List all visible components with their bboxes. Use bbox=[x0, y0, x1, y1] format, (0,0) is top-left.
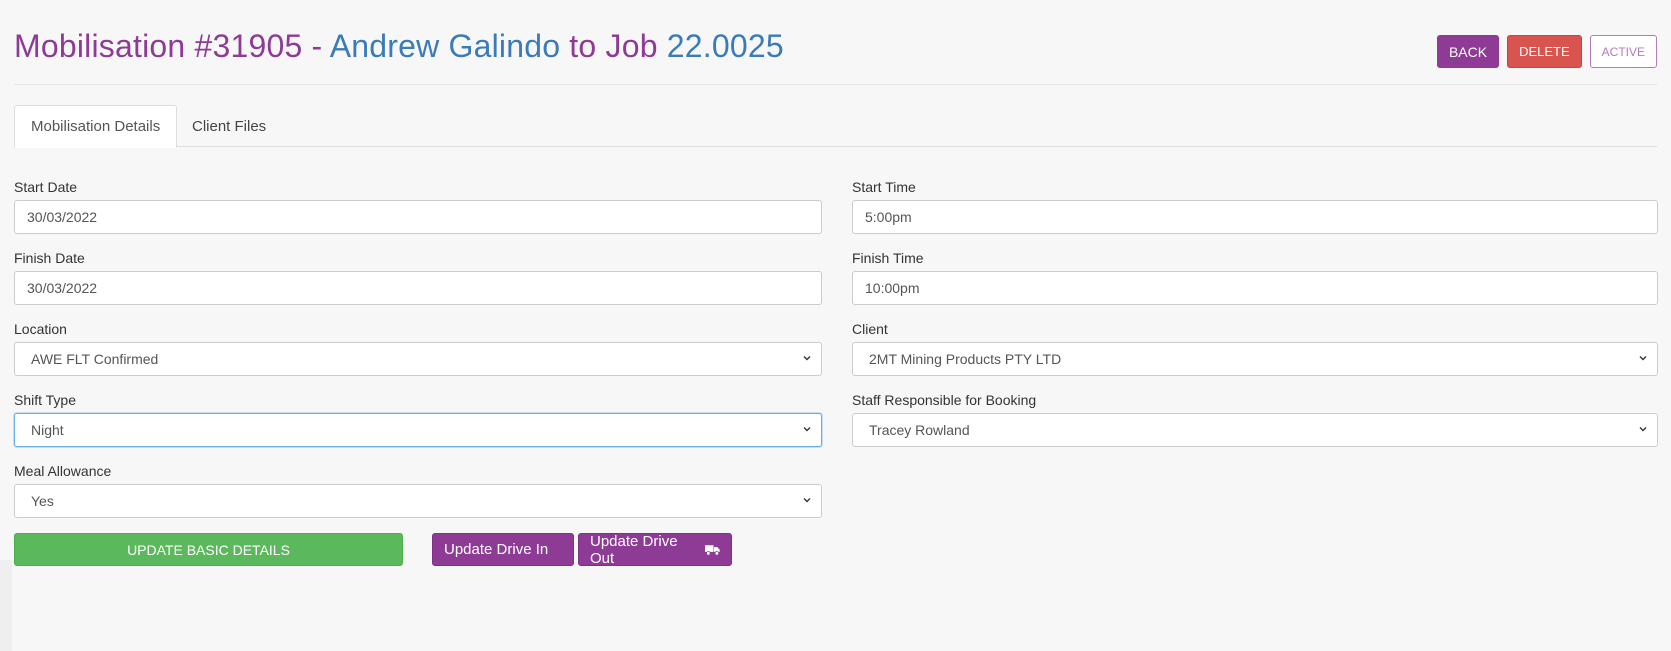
delete-button[interactable]: DELETE bbox=[1507, 35, 1582, 68]
header-divider bbox=[14, 84, 1657, 85]
title-prefix: Mobilisation #31905 - bbox=[14, 28, 330, 64]
title-job-word: Job bbox=[605, 28, 658, 64]
chevron-down-icon bbox=[803, 356, 811, 361]
shift-type-group: Shift Type Night bbox=[14, 390, 822, 447]
client-group: Client 2MT Mining Products PTY LTD bbox=[852, 319, 1658, 376]
finish-time-group: Finish Time 10:00pm bbox=[852, 248, 1658, 305]
finish-date-group: Finish Date 30/03/2022 bbox=[14, 248, 822, 305]
start-date-input[interactable]: 30/03/2022 bbox=[14, 200, 822, 234]
chevron-down-icon bbox=[803, 498, 811, 503]
chevron-down-icon bbox=[1639, 427, 1647, 432]
back-button[interactable]: BACK bbox=[1436, 35, 1500, 68]
shift-type-select[interactable]: Night bbox=[14, 413, 822, 447]
location-group: Location AWE FLT Confirmed bbox=[14, 319, 822, 376]
title-job-number: 22.0025 bbox=[657, 28, 784, 64]
tab-client-files[interactable]: Client Files bbox=[176, 105, 282, 147]
title-employee-name: Andrew Galindo bbox=[329, 28, 561, 64]
staff-group: Staff Responsible for Booking Tracey Row… bbox=[852, 390, 1658, 447]
title-to: to bbox=[560, 28, 606, 64]
client-label: Client bbox=[852, 321, 888, 337]
finish-time-input[interactable]: 10:00pm bbox=[852, 271, 1658, 305]
start-time-input[interactable]: 5:00pm bbox=[852, 200, 1658, 234]
page: Mobilisation #31905 - Andrew Galindo to … bbox=[0, 0, 1671, 651]
client-select[interactable]: 2MT Mining Products PTY LTD bbox=[852, 342, 1658, 376]
tab-bar: Mobilisation Details Client Files bbox=[14, 105, 1657, 148]
staff-value: Tracey Rowland bbox=[869, 422, 970, 438]
chevron-down-icon bbox=[803, 427, 811, 432]
finish-date-input[interactable]: 30/03/2022 bbox=[14, 271, 822, 305]
update-drive-in-button[interactable]: Update Drive In bbox=[432, 533, 574, 566]
header-actions: BACK DELETE ACTIVE bbox=[1436, 35, 1657, 68]
start-time-label: Start Time bbox=[852, 179, 916, 195]
meal-allowance-group: Meal Allowance Yes bbox=[14, 461, 822, 518]
location-label: Location bbox=[14, 321, 67, 337]
page-title: Mobilisation #31905 - Andrew Galindo to … bbox=[14, 28, 784, 65]
client-value: 2MT Mining Products PTY LTD bbox=[869, 351, 1062, 367]
start-time-group: Start Time 5:00pm bbox=[852, 177, 1658, 234]
shift-type-label: Shift Type bbox=[14, 392, 77, 408]
update-drive-out-button[interactable]: Update Drive Out bbox=[578, 532, 732, 567]
location-value: AWE FLT Confirmed bbox=[31, 351, 159, 367]
chevron-down-icon bbox=[1639, 356, 1647, 361]
meal-allowance-select[interactable]: Yes bbox=[14, 484, 822, 518]
location-select[interactable]: AWE FLT Confirmed bbox=[14, 342, 822, 376]
truck-icon bbox=[704, 544, 720, 555]
start-date-label: Start Date bbox=[14, 179, 78, 195]
meal-allowance-value: Yes bbox=[31, 493, 54, 509]
meal-allowance-label: Meal Allowance bbox=[14, 463, 112, 479]
shift-type-value: Night bbox=[31, 422, 64, 438]
page-header: Mobilisation #31905 - Andrew Galindo to … bbox=[14, 24, 1657, 84]
staff-select[interactable]: Tracey Rowland bbox=[852, 413, 1658, 447]
sidebar-edge bbox=[0, 560, 12, 651]
update-drive-out-label: Update Drive Out bbox=[590, 532, 678, 567]
start-date-group: Start Date 30/03/2022 bbox=[14, 177, 822, 234]
update-basic-details-button[interactable]: UPDATE BASIC DETAILS bbox=[14, 533, 403, 566]
tab-mobilisation-details[interactable]: Mobilisation Details bbox=[14, 105, 178, 148]
staff-label: Staff Responsible for Booking bbox=[852, 392, 1037, 408]
finish-time-label: Finish Time bbox=[852, 250, 924, 266]
active-button[interactable]: ACTIVE bbox=[1589, 35, 1657, 68]
finish-date-label: Finish Date bbox=[14, 250, 85, 266]
